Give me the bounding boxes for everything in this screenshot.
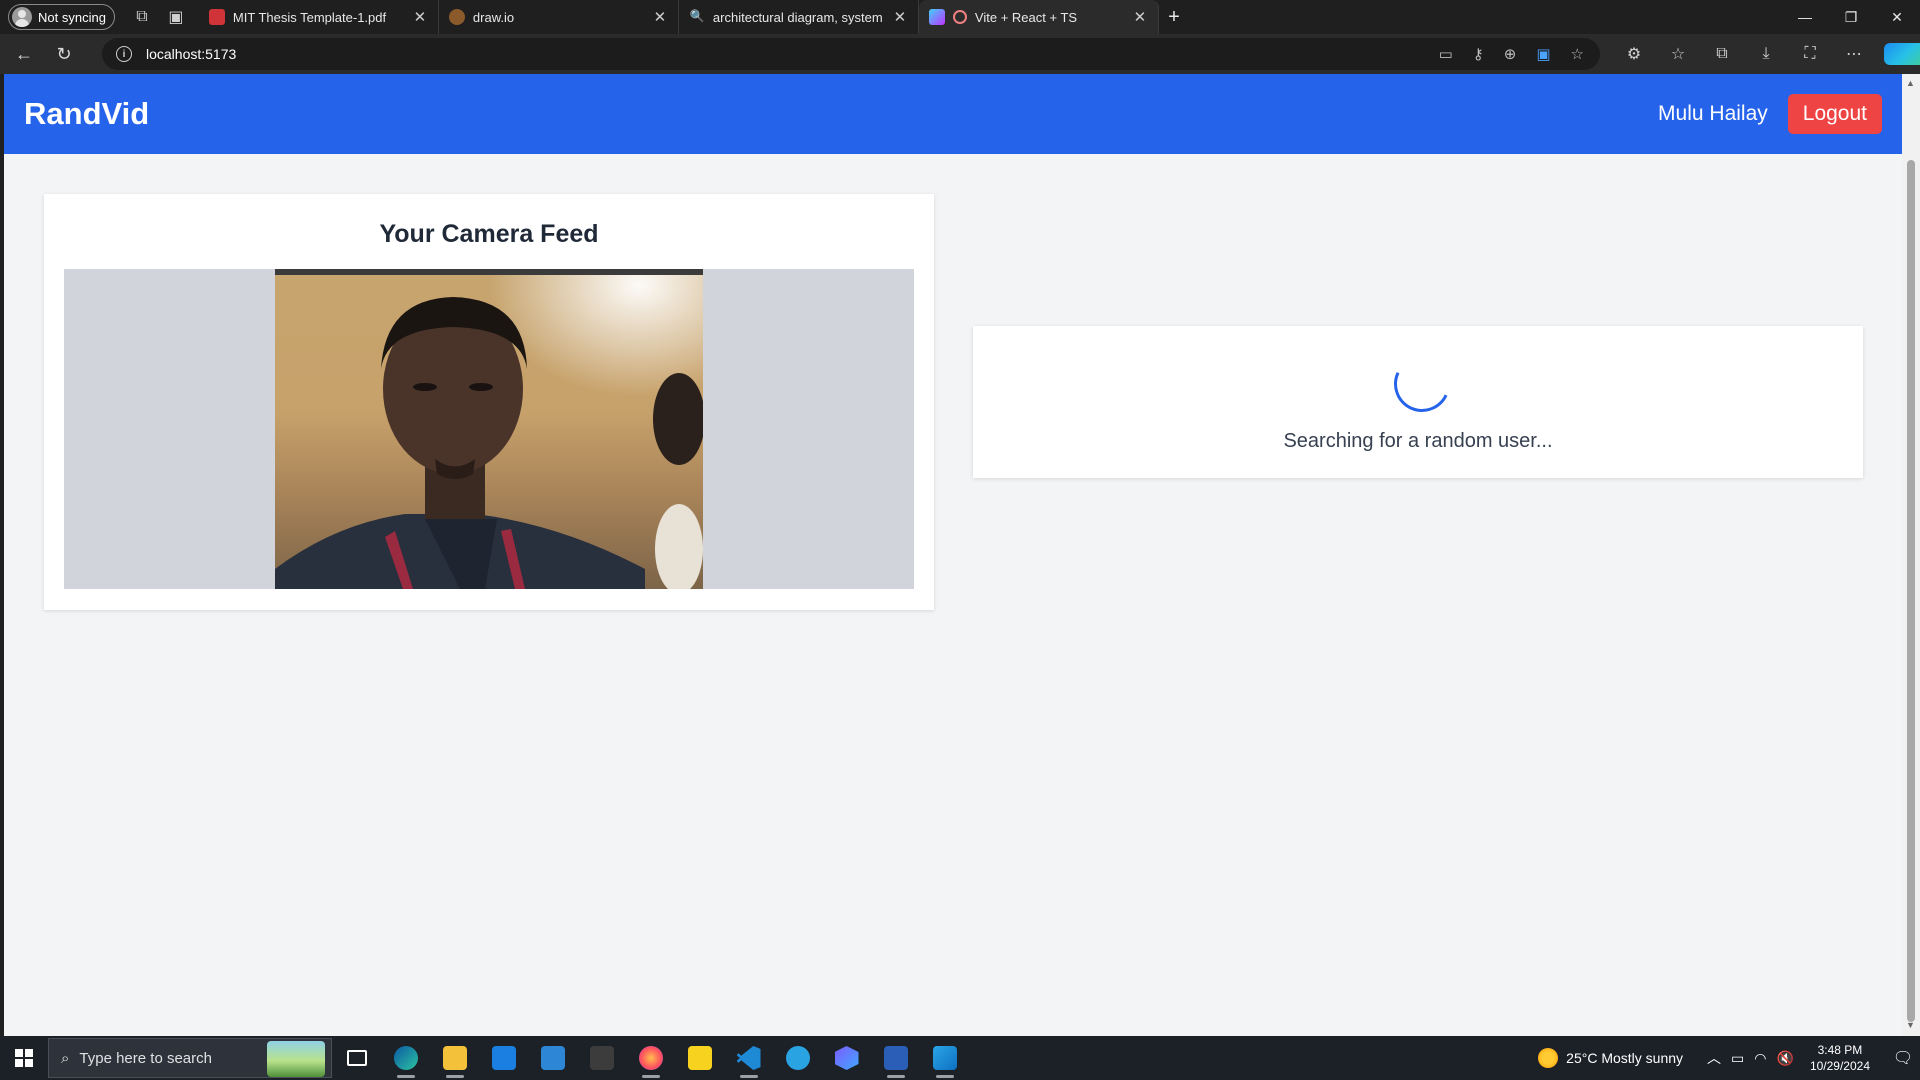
favorites-icon[interactable]: ☆ [1656, 44, 1700, 64]
word-icon[interactable] [871, 1036, 920, 1080]
key-icon[interactable]: ⚷ [1473, 45, 1484, 63]
drawio-icon [448, 9, 465, 25]
tab-drawio[interactable]: draw.io ✕ [439, 0, 679, 34]
more-menu-icon[interactable]: ⋯ [1832, 44, 1876, 64]
tab-vite[interactable]: Vite + React + TS ✕ [918, 0, 1159, 34]
taskbar-search-placeholder: Type here to search [79, 1049, 212, 1067]
toolbar-right: ⚙ ☆ ⧉ ⤓ ⛶ ⋯ [1612, 34, 1920, 74]
browser-chrome: Not syncing ⧉ ▣ MIT Thesis Template-1.pd… [0, 0, 1920, 74]
search-status-text: Searching for a random user... [1283, 430, 1553, 452]
tab-title: Vite + React + TS [974, 9, 1078, 25]
scroll-up-icon[interactable]: ▲ [1906, 78, 1915, 88]
system-tray: 25°C Mostly sunny ︿ ▭ ◠ 🔇 3:48 PM 10/29/… [1538, 1036, 1920, 1080]
clock-date: 10/29/2024 [1809, 1059, 1870, 1073]
tab-title: MIT Thesis Template-1.pdf [232, 9, 387, 25]
firefox-icon[interactable] [626, 1036, 675, 1080]
search-icon: ⌕ [61, 1049, 70, 1067]
restore-button[interactable]: ❐ [1828, 9, 1874, 26]
back-icon[interactable]: ← [6, 38, 42, 70]
web-page: RandVid Mulu Hailay Logout Your Camera F… [4, 74, 1902, 1036]
collections-icon[interactable]: ⧉ [1700, 45, 1744, 63]
task-view-icon[interactable] [332, 1036, 381, 1080]
refresh-icon[interactable]: ↻ [46, 38, 82, 70]
vs-code-icon[interactable] [724, 1036, 773, 1080]
page-scrollbar[interactable]: ▲ ▼ [1902, 74, 1920, 1036]
scroll-down-icon[interactable]: ▼ [1906, 1020, 1915, 1030]
vertical-tabs-icon[interactable]: ▣ [159, 2, 193, 32]
copilot-app-icon[interactable] [822, 1036, 871, 1080]
navigation-bar: ← ↻ i localhost:5173 ▭ ⚷ ⊕ ▣ ☆ ⚙ ☆ ⧉ ⤓ ⛶… [0, 34, 1920, 74]
app-available-icon[interactable]: ▣ [1536, 45, 1550, 63]
address-bar[interactable]: i localhost:5173 ▭ ⚷ ⊕ ▣ ☆ [102, 38, 1600, 70]
camera-frame [275, 269, 703, 589]
camera-app-icon[interactable] [577, 1036, 626, 1080]
camera-title: Your Camera Feed [379, 220, 599, 248]
user-name: Mulu Hailay [1658, 102, 1768, 125]
chevron-up-icon[interactable]: ︿ [1707, 1048, 1721, 1068]
search-icon: 🔍 [689, 9, 705, 23]
telegram-icon[interactable] [773, 1036, 822, 1080]
app-header: RandVid Mulu Hailay Logout [4, 74, 1902, 154]
scrollbar-thumb[interactable] [1907, 160, 1915, 1022]
close-icon[interactable]: ✕ [652, 8, 668, 26]
clock-time: 3:48 PM [1817, 1043, 1863, 1057]
profile-label: Not syncing [38, 9, 106, 25]
close-window-button[interactable]: ✕ [1874, 9, 1920, 26]
photos-icon[interactable] [920, 1036, 969, 1080]
person-image [275, 269, 703, 589]
microsoft-store-icon[interactable] [479, 1036, 528, 1080]
tab-strip: Not syncing ⧉ ▣ MIT Thesis Template-1.pd… [0, 0, 1920, 34]
extensions-icon[interactable]: ⚙ [1612, 44, 1656, 64]
file-explorer-icon[interactable] [430, 1036, 479, 1080]
minimize-button[interactable]: — [1782, 9, 1828, 26]
address-tools: ▭ ⚷ ⊕ ▣ ☆ [1439, 38, 1584, 70]
copilot-icon[interactable] [1884, 43, 1920, 65]
logout-button[interactable]: Logout [1787, 94, 1882, 134]
edge-icon[interactable] [381, 1036, 430, 1080]
recording-icon [952, 10, 967, 24]
weather-text: 25°C Mostly sunny [1566, 1050, 1684, 1066]
close-icon[interactable]: ✕ [412, 8, 428, 26]
favorite-star-icon[interactable]: ☆ [1571, 45, 1584, 63]
brand-logo[interactable]: RandVid [24, 96, 149, 132]
profile-button[interactable]: Not syncing [8, 4, 115, 30]
info-icon[interactable]: i [116, 46, 132, 62]
tab-title: draw.io [472, 9, 515, 25]
avatar-icon [12, 7, 32, 27]
new-tab-button[interactable]: + [1159, 6, 1189, 29]
mail-icon[interactable] [528, 1036, 577, 1080]
sticky-notes-icon[interactable] [675, 1036, 724, 1080]
windows-taskbar: ⌕ Type here to search 25°C Mostly sunny … [0, 1036, 1920, 1080]
zoom-icon[interactable]: ⊕ [1504, 45, 1517, 63]
tab-title: architectural diagram, system arc [712, 9, 884, 25]
pdf-icon [208, 9, 225, 25]
vite-icon [928, 9, 945, 25]
weather-widget[interactable]: 25°C Mostly sunny [1538, 1048, 1683, 1068]
windows-logo-icon [15, 1049, 33, 1067]
loading-spinner-icon [1386, 348, 1458, 420]
close-icon[interactable]: ✕ [1132, 8, 1148, 26]
tab-pdf[interactable]: MIT Thesis Template-1.pdf ✕ [199, 0, 439, 34]
close-icon[interactable]: ✕ [892, 8, 908, 26]
search-status-card: Searching for a random user... [973, 326, 1863, 478]
camera-video [64, 269, 914, 589]
url-text: localhost:5173 [146, 46, 237, 62]
camera-card: Your Camera Feed [44, 194, 934, 610]
taskbar-search[interactable]: ⌕ Type here to search [48, 1038, 332, 1078]
start-button[interactable] [0, 1036, 48, 1080]
search-highlight-image [267, 1041, 325, 1077]
workspaces-icon[interactable]: ⧉ [125, 2, 159, 32]
volume-muted-icon[interactable]: 🔇 [1777, 1050, 1794, 1067]
downloads-icon[interactable]: ⤓ [1744, 45, 1788, 63]
camera-icon[interactable]: ▭ [1439, 45, 1453, 63]
battery-icon[interactable]: ▭ [1731, 1050, 1744, 1067]
screenshot-icon[interactable]: ⛶ [1788, 45, 1832, 63]
clock[interactable]: 3:48 PM 10/29/2024 [1810, 1042, 1870, 1074]
notifications-icon[interactable]: 🗨 [1886, 1048, 1920, 1068]
wifi-icon[interactable]: ◠ [1754, 1050, 1766, 1067]
weather-sun-icon [1538, 1048, 1559, 1068]
tab-search[interactable]: 🔍 architectural diagram, system arc ✕ [679, 0, 919, 34]
window-controls: — ❐ ✕ [1782, 9, 1920, 26]
